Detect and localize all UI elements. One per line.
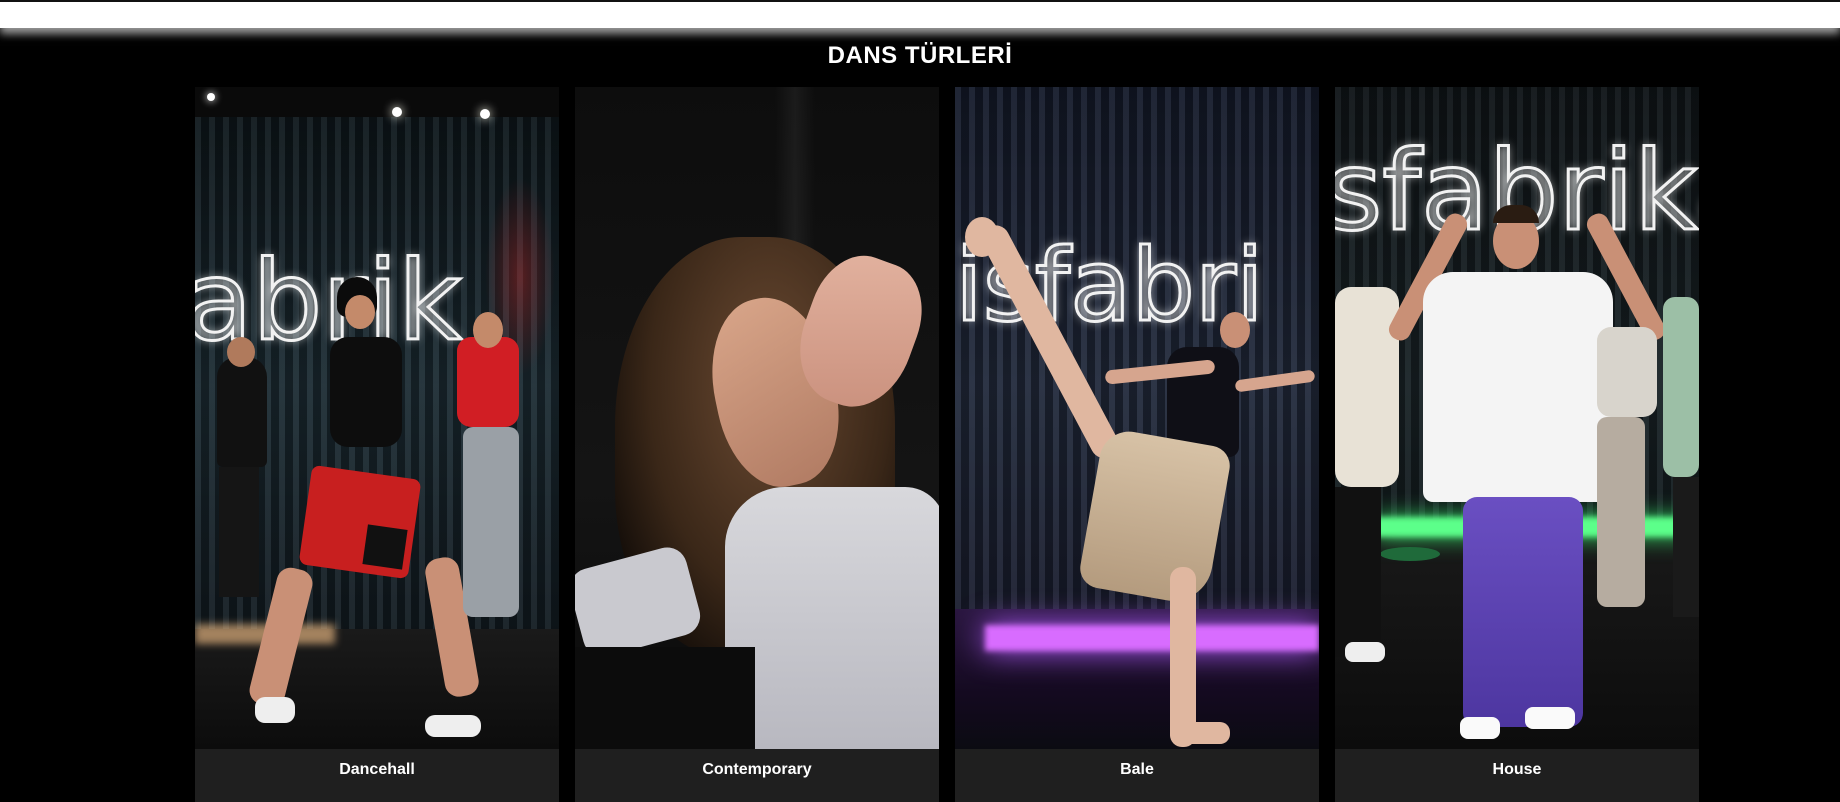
bale-photo: isfabri: [955, 87, 1319, 749]
house-label: House: [1335, 749, 1699, 802]
dance-card-contemporary[interactable]: Contemporary: [575, 87, 939, 802]
top-header-bar: [0, 0, 1840, 28]
house-photo: sfabrika: [1335, 87, 1699, 749]
contemporary-label: Contemporary: [575, 749, 939, 802]
dance-card-dancehall[interactable]: abrik Dancehall: [195, 87, 559, 802]
dance-card-house[interactable]: sfabrika House: [1335, 87, 1699, 802]
contemporary-photo: [575, 87, 939, 749]
dance-card-bale[interactable]: isfabri Bale: [955, 87, 1319, 802]
dancehall-photo: abrik: [195, 87, 559, 749]
section-title: DANS TÜRLERİ: [827, 42, 1013, 69]
bale-label: Bale: [955, 749, 1319, 802]
dancehall-label: Dancehall: [195, 749, 559, 802]
